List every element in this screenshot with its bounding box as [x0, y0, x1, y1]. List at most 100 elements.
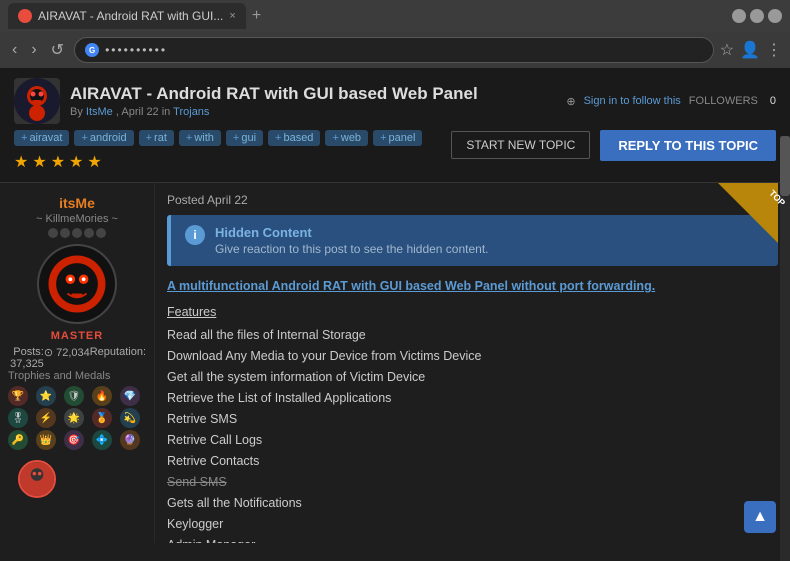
tag-item[interactable]: based: [268, 130, 320, 146]
minimize-button[interactable]: —: [732, 9, 746, 23]
trophy-item: 🔥: [92, 386, 112, 406]
trophy-item: ⭐: [36, 386, 56, 406]
page-header: AIRAVAT - Android RAT with GUI based Web…: [0, 68, 790, 183]
tab-title: AIRAVAT - Android RAT with GUI...: [38, 9, 223, 23]
toolbar-icons: ☆ 👤 ⋮: [720, 40, 782, 60]
page-content: AIRAVAT - Android RAT with GUI based Web…: [0, 68, 790, 561]
trophy-item: 🏅: [92, 408, 112, 428]
hidden-content-box: i Hidden Content Give reaction to this p…: [167, 215, 778, 266]
menu-icon[interactable]: ⋮: [766, 40, 782, 60]
followers-count: 0: [770, 95, 776, 107]
follow-link[interactable]: Sign in to follow this: [584, 95, 681, 107]
user-sidebar: itsMe ~ KillmeMories ~: [0, 183, 155, 543]
tag-item[interactable]: airavat: [14, 130, 69, 146]
trophy-item: 👑: [36, 430, 56, 450]
feature-item: Download Any Media to your Device from V…: [167, 346, 778, 366]
trophy-item: 🎖: [8, 408, 28, 428]
new-tab-button[interactable]: +: [252, 7, 261, 25]
follow-section: ⊕ Sign in to follow this FOLLOWERS 0: [566, 95, 776, 108]
feature-item: Gets all the Notifications: [167, 493, 778, 513]
post-area: TOP Posted April 22 ⇧ i Hidden Content G…: [155, 183, 790, 543]
post-header: Posted April 22 ⇧: [167, 193, 778, 207]
follow-icon: ⊕: [566, 95, 575, 108]
scrollbar-thumb[interactable]: [780, 136, 790, 196]
star-icon: ★: [87, 152, 101, 172]
star-icon: ★: [51, 152, 65, 172]
back-button[interactable]: ‹: [8, 39, 21, 61]
trophies-grid: 🏆 ⭐ 🛡 🔥 💎 🎖 ⚡ 🌟 🏅 💫 🔑 👑 🎯 💠 🔮: [8, 386, 146, 450]
topic-info: AIRAVAT - Android RAT with GUI based Web…: [70, 84, 556, 118]
meta-category[interactable]: Trojans: [173, 106, 209, 118]
trophy-item: 🏆: [8, 386, 28, 406]
scroll-to-top-button[interactable]: ▲: [744, 501, 776, 533]
trophy-item: 💠: [92, 430, 112, 450]
star-icon: ★: [32, 152, 46, 172]
browser-chrome: AIRAVAT - Android RAT with GUI... × + — …: [0, 0, 790, 68]
window-controls: — □ ×: [732, 9, 782, 23]
feature-item: Admin Manager: [167, 535, 778, 543]
features-list: Read all the files of Internal StorageDo…: [167, 325, 778, 543]
intro-link[interactable]: A multifunctional Android RAT with GUI b…: [167, 279, 655, 293]
user-subtitle: ~ KillmeMories ~: [8, 213, 146, 225]
google-icon: G: [85, 43, 99, 57]
feature-item: Keylogger: [167, 514, 778, 534]
trophy-item: 💎: [120, 386, 140, 406]
tag-item[interactable]: android: [74, 130, 133, 146]
dot: [96, 228, 106, 238]
reply-to-topic-button[interactable]: REPLY TO THIS TOPIC: [600, 130, 776, 161]
forward-button[interactable]: ›: [27, 39, 40, 61]
close-window-button[interactable]: ×: [768, 9, 782, 23]
info-icon: i: [185, 225, 205, 245]
refresh-button[interactable]: ↺: [47, 38, 68, 62]
trophy-item: 🔑: [8, 430, 28, 450]
browser-titlebar: AIRAVAT - Android RAT with GUI... × + — …: [0, 0, 790, 32]
trophy-item: 💫: [120, 408, 140, 428]
trophy-item: 🛡: [64, 386, 84, 406]
browser-toolbar: ‹ › ↺ G •••••••••• ☆ 👤 ⋮: [0, 32, 790, 68]
username[interactable]: itsMe: [8, 195, 146, 211]
maximize-button[interactable]: □: [750, 9, 764, 23]
hidden-title: Hidden Content: [215, 225, 489, 240]
feature-item: Retrive Contacts: [167, 451, 778, 471]
trophy-item: 🔮: [120, 430, 140, 450]
post-date: Posted April 22: [167, 193, 248, 207]
bottom-user-avatar: [18, 460, 56, 498]
user-rank: MASTER: [8, 330, 146, 342]
tab-favicon: [18, 9, 32, 23]
tag-item[interactable]: rat: [139, 130, 174, 146]
profile-icon[interactable]: 👤: [740, 40, 760, 60]
trophy-item: ⚡: [36, 408, 56, 428]
feature-item: Read all the files of Internal Storage: [167, 325, 778, 345]
tag-item[interactable]: panel: [373, 130, 422, 146]
meta-date: , April 22 in: [116, 106, 170, 118]
dot: [60, 228, 70, 238]
dot: [84, 228, 94, 238]
meta-author[interactable]: ItsMe: [86, 106, 113, 118]
trophy-item: 🎯: [64, 430, 84, 450]
browser-tab[interactable]: AIRAVAT - Android RAT with GUI... ×: [8, 3, 246, 29]
features-title: Features: [167, 302, 778, 322]
start-new-topic-button[interactable]: START NEW TOPIC: [451, 131, 590, 159]
followers-label: FOLLOWERS: [689, 95, 758, 107]
tag-item[interactable]: web: [325, 130, 368, 146]
feature-item: Retrive Call Logs: [167, 430, 778, 450]
trophy-item: 🌟: [64, 408, 84, 428]
star-icon: ★: [14, 152, 28, 172]
feature-item: Retrieve the List of Installed Applicati…: [167, 388, 778, 408]
hidden-desc: Give reaction to this post to see the hi…: [215, 242, 489, 256]
stars-row: ★★★★★: [14, 152, 102, 172]
topic-title-row: AIRAVAT - Android RAT with GUI based Web…: [14, 78, 776, 124]
address-text: ••••••••••: [105, 43, 167, 57]
dot: [72, 228, 82, 238]
tab-close-btn[interactable]: ×: [229, 10, 235, 22]
tag-item[interactable]: gui: [226, 130, 263, 146]
dot: [48, 228, 58, 238]
tag-item[interactable]: with: [179, 130, 221, 146]
user-avatar: [37, 244, 117, 324]
topic-title: AIRAVAT - Android RAT with GUI based Web…: [70, 84, 556, 104]
address-bar[interactable]: G ••••••••••: [74, 37, 714, 63]
topic-meta: By ItsMe , April 22 in Trojans: [70, 106, 556, 118]
meta-by: By: [70, 106, 83, 118]
action-buttons: START NEW TOPIC REPLY TO THIS TOPIC: [451, 130, 776, 161]
bookmark-icon[interactable]: ☆: [720, 40, 734, 60]
